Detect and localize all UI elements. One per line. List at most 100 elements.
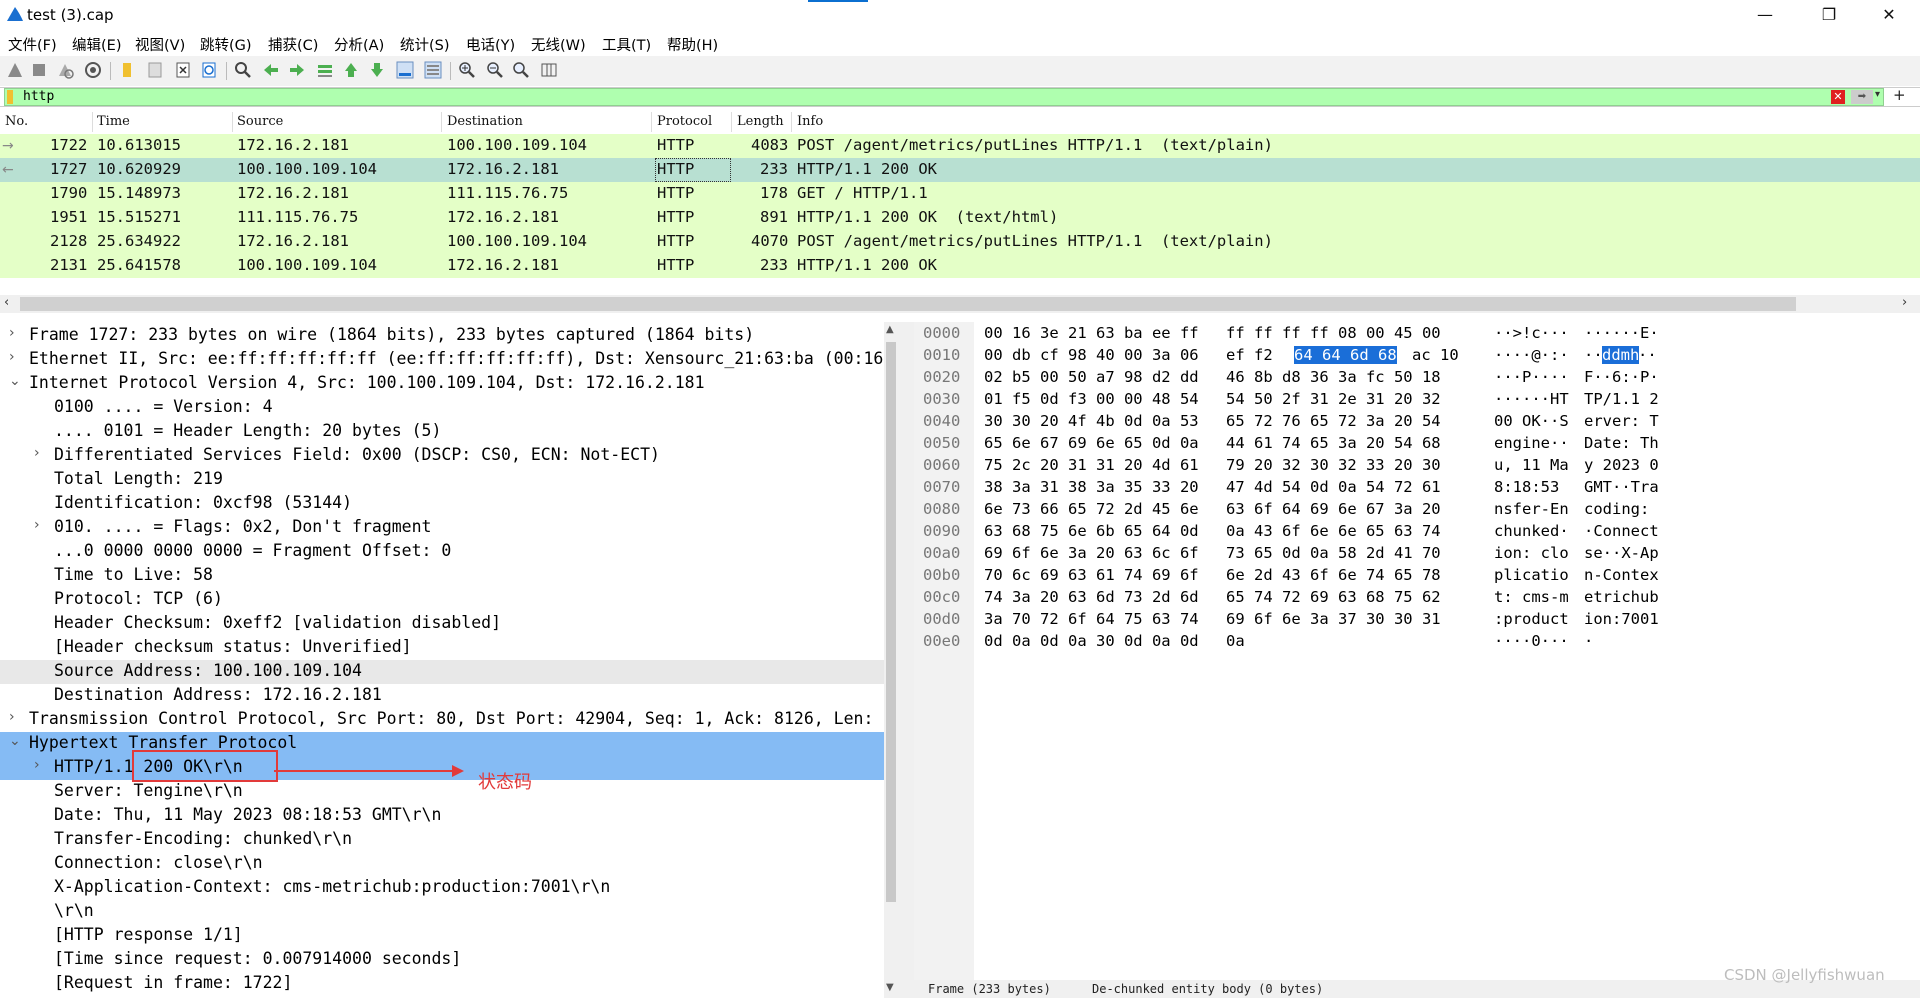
- packet-list-hscrollbar[interactable]: ‹ ›: [0, 295, 1920, 313]
- hex-row[interactable]: 0070 38 3a 31 38 3a 35 33 20 47 4d 54 0d 0…: [914, 477, 1920, 499]
- scroll-right-icon[interactable]: ›: [1902, 295, 1907, 310]
- detail-row[interactable]: › 010. .... = Flags: 0x2, Don't fragment: [0, 516, 884, 540]
- filter-text[interactable]: http: [23, 89, 54, 104]
- scroll-down-icon[interactable]: ▼: [886, 982, 894, 993]
- col-no[interactable]: No.: [5, 114, 28, 129]
- hex-row[interactable]: 0010 00 db cf 98 40 00 3a 06 ef f2 64 64 6d…: [914, 345, 1920, 367]
- last-packet-icon[interactable]: [368, 61, 386, 79]
- restart-capture-icon[interactable]: [56, 61, 74, 79]
- start-capture-icon[interactable]: [6, 61, 24, 79]
- packet-row-selected[interactable]: ← 1727 10.620929 100.100.109.104 172.16.…: [0, 158, 1920, 182]
- expand-chevron-icon[interactable]: ›: [9, 325, 15, 341]
- column-divider[interactable]: [92, 112, 93, 132]
- menu-edit[interactable]: 编辑(E): [72, 34, 121, 55]
- detail-row[interactable]: ...0 0000 0000 0000 = Fragment Offset: 0: [0, 540, 884, 564]
- packet-row[interactable]: 1951 15.515271 111.115.76.75 172.16.2.18…: [0, 206, 1920, 230]
- menu-wireless[interactable]: 无线(W): [531, 34, 586, 55]
- column-divider[interactable]: [731, 112, 732, 132]
- tab-frame-bytes[interactable]: Frame (233 bytes): [928, 982, 1051, 996]
- column-divider[interactable]: [441, 112, 442, 132]
- auto-scroll-icon[interactable]: [396, 61, 414, 79]
- hex-row[interactable]: 0090 63 68 75 6e 6b 65 64 0d 0a 43 6f 6e 6…: [914, 521, 1920, 543]
- detail-row[interactable]: Total Length: 219: [0, 468, 884, 492]
- col-destination[interactable]: Destination: [447, 114, 523, 129]
- menu-capture[interactable]: 捕获(C): [268, 34, 318, 55]
- expand-chevron-icon[interactable]: ›: [34, 445, 40, 461]
- detail-row[interactable]: Connection: close\r\n: [0, 852, 884, 876]
- first-packet-icon[interactable]: [342, 61, 360, 79]
- expand-chevron-icon[interactable]: ›: [9, 709, 15, 725]
- detail-row[interactable]: › Frame 1727: 233 bytes on wire (1864 bit…: [0, 324, 884, 348]
- detail-row[interactable]: [Header checksum status: Unverified]: [0, 636, 884, 660]
- menu-file[interactable]: 文件(F): [8, 34, 57, 55]
- zoom-out-icon[interactable]: [486, 61, 504, 79]
- packet-row[interactable]: 2128 25.634922 172.16.2.181 100.100.109.…: [0, 230, 1920, 254]
- details-vscrollbar[interactable]: ▲ ▼: [884, 322, 898, 998]
- stop-capture-icon[interactable]: [30, 61, 48, 79]
- detail-row[interactable]: Source Address: 100.100.109.104: [0, 660, 884, 684]
- hex-row[interactable]: 00a0 69 6f 6e 3a 20 63 6c 6f 73 65 0d 0a 5…: [914, 543, 1920, 565]
- col-source[interactable]: Source: [237, 114, 283, 129]
- col-length[interactable]: Length: [737, 114, 784, 129]
- tab-dechunked-body[interactable]: De-chunked entity body (0 bytes): [1092, 982, 1323, 996]
- detail-row[interactable]: › Ethernet II, Src: ee:ff:ff:ff:ff:ff (ee…: [0, 348, 884, 372]
- hex-row[interactable]: 0020 02 b5 00 50 a7 98 d2 dd 46 8b d8 36 3…: [914, 367, 1920, 389]
- detail-row[interactable]: › Differentiated Services Field: 0x00 (DS…: [0, 444, 884, 468]
- collapse-chevron-icon[interactable]: ⌄: [9, 733, 21, 749]
- detail-row[interactable]: \r\n: [0, 900, 884, 924]
- detail-row[interactable]: ⌄ Internet Protocol Version 4, Src: 100.1…: [0, 372, 884, 396]
- close-button[interactable]: ✕: [1866, 0, 1912, 30]
- bookmark-icon[interactable]: [7, 90, 13, 104]
- detail-row[interactable]: Server: Tengine\r\n: [0, 780, 884, 804]
- expand-chevron-icon[interactable]: ›: [34, 757, 40, 773]
- scroll-up-icon[interactable]: ▲: [886, 324, 894, 335]
- capture-options-icon[interactable]: [84, 61, 102, 79]
- display-filter-input[interactable]: http ✕ ➡ ▾: [4, 88, 1884, 106]
- detail-row[interactable]: X-Application-Context: cms-metrichub:pro…: [0, 876, 884, 900]
- menu-analyze[interactable]: 分析(A): [334, 34, 384, 55]
- detail-row[interactable]: .... 0101 = Header Length: 20 bytes (5): [0, 420, 884, 444]
- hex-row[interactable]: 0040 30 30 20 4f 4b 0d 0a 53 65 72 76 65 7…: [914, 411, 1920, 433]
- menu-tools[interactable]: 工具(T): [602, 34, 651, 55]
- go-back-icon[interactable]: [262, 61, 280, 79]
- hex-row[interactable]: 00e0 0d 0a 0d 0a 30 0d 0a 0d 0a ····0··· ·: [914, 631, 1920, 653]
- hex-row[interactable]: 0030 01 f5 0d f3 00 00 48 54 54 50 2f 31 2…: [914, 389, 1920, 411]
- go-forward-icon[interactable]: [288, 61, 306, 79]
- detail-row[interactable]: Protocol: TCP (6): [0, 588, 884, 612]
- apply-filter-icon[interactable]: ➡: [1851, 90, 1873, 104]
- scroll-thumb[interactable]: [20, 297, 1796, 311]
- detail-row[interactable]: Time to Live: 58: [0, 564, 884, 588]
- hex-row[interactable]: 00b0 70 6c 69 63 61 74 69 6f 6e 2d 43 6f 6…: [914, 565, 1920, 587]
- menu-go[interactable]: 跳转(G): [200, 34, 252, 55]
- col-info[interactable]: Info: [797, 114, 823, 129]
- expand-chevron-icon[interactable]: ›: [9, 349, 15, 365]
- menu-view[interactable]: 视图(V): [135, 34, 185, 55]
- save-file-icon[interactable]: [146, 61, 164, 79]
- col-protocol[interactable]: Protocol: [657, 114, 712, 129]
- menu-telephony[interactable]: 电话(Y): [466, 34, 515, 55]
- hex-row[interactable]: 0050 65 6e 67 69 6e 65 0d 0a 44 61 74 65 3…: [914, 433, 1920, 455]
- hex-row[interactable]: 00c0 74 3a 20 63 6d 73 2d 6d 65 74 72 69 6…: [914, 587, 1920, 609]
- pane-splitter[interactable]: [898, 322, 914, 998]
- column-divider[interactable]: [651, 112, 652, 132]
- detail-row[interactable]: [Request in frame: 1722]: [0, 972, 884, 996]
- scroll-thumb[interactable]: [886, 342, 896, 902]
- expand-chevron-icon[interactable]: ›: [34, 517, 40, 533]
- zoom-in-icon[interactable]: [458, 61, 476, 79]
- collapse-chevron-icon[interactable]: ⌄: [9, 373, 21, 389]
- hex-row[interactable]: 0080 6e 73 66 65 72 2d 45 6e 63 6f 64 69 6…: [914, 499, 1920, 521]
- filter-history-dropdown-icon[interactable]: ▾: [1875, 89, 1880, 100]
- packet-row[interactable]: → 1722 10.613015 172.16.2.181 100.100.10…: [0, 134, 1920, 158]
- menu-help[interactable]: 帮助(H): [667, 34, 718, 55]
- detail-row[interactable]: Destination Address: 172.16.2.181: [0, 684, 884, 708]
- detail-row[interactable]: 0100 .... = Version: 4: [0, 396, 884, 420]
- reload-file-icon[interactable]: [200, 61, 218, 79]
- detail-row[interactable]: Date: Thu, 11 May 2023 08:18:53 GMT\r\n: [0, 804, 884, 828]
- normal-size-icon[interactable]: [512, 61, 530, 79]
- menu-statistics[interactable]: 统计(S): [400, 34, 450, 55]
- go-to-packet-icon[interactable]: [316, 61, 334, 79]
- colorize-icon[interactable]: [424, 61, 442, 79]
- open-file-icon[interactable]: [118, 61, 136, 79]
- column-divider[interactable]: [232, 112, 233, 132]
- clear-filter-icon[interactable]: ✕: [1831, 90, 1845, 104]
